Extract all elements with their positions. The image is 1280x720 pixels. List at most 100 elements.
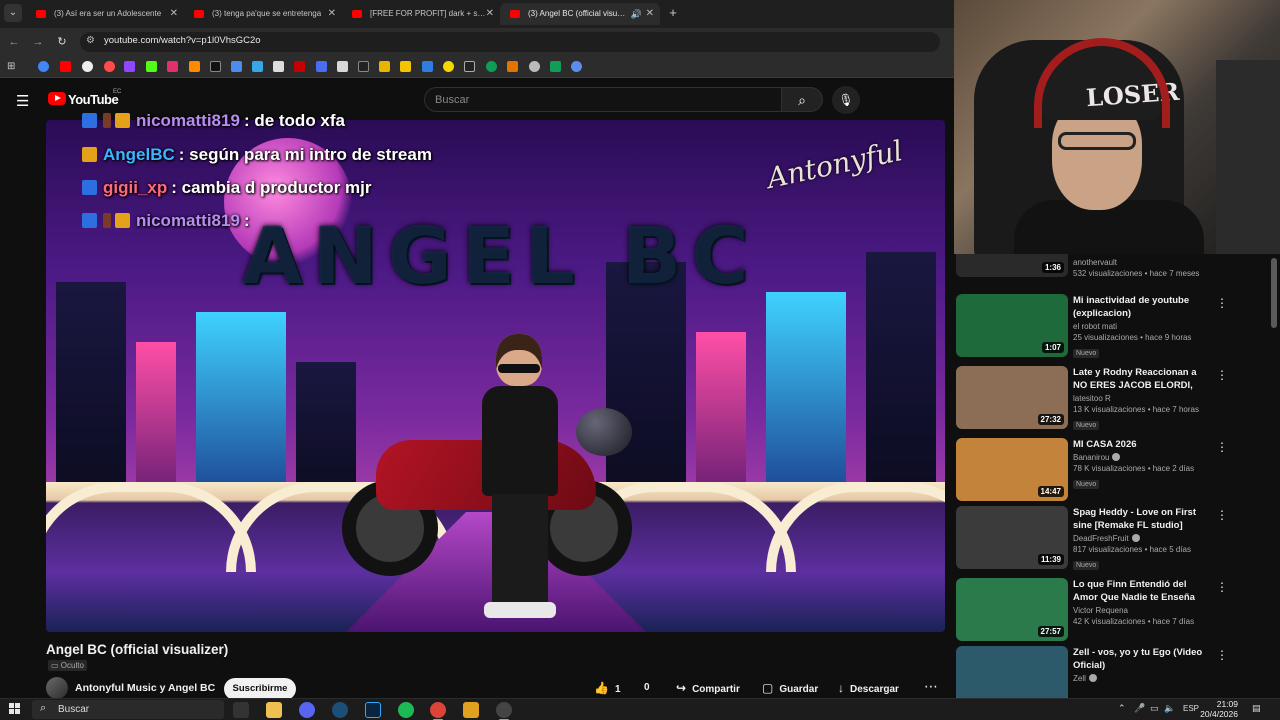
taskbar-clock[interactable]: 21:09 20/4/2026 [1198,699,1238,719]
more-options-icon[interactable]: ⋮ [1216,296,1228,310]
fl-studio-icon[interactable] [463,702,479,718]
video-title-link[interactable]: Late y Rodny Reaccionan a NO ERES JACOB … [1073,366,1211,392]
bookmark-icon[interactable] [379,61,390,72]
save-button[interactable]: ▢ Guardar [762,678,818,698]
kick-bookmark-icon[interactable] [146,61,157,72]
bookmark-icon[interactable] [294,61,305,72]
tab-0[interactable]: (3) Así era ser un Adolescente ✕ [26,3,184,25]
reload-icon[interactable]: ↻ [54,34,70,50]
bookmark-icon[interactable] [82,61,93,72]
search-box[interactable] [424,87,782,112]
channel-link[interactable]: latesitoo R [1073,394,1211,403]
speaker-icon[interactable]: 🔊 [631,3,642,25]
language-indicator[interactable]: ESP [1183,704,1199,713]
file-explorer-icon[interactable] [266,702,282,718]
bookmark-icon[interactable] [422,61,433,72]
photoshop-icon[interactable] [365,702,381,718]
translate-bookmark-icon[interactable] [231,61,242,72]
tray-chevron-icon[interactable]: ⌃ [1118,703,1126,714]
bookmark-icon[interactable] [486,61,497,72]
video-thumbnail[interactable]: 1:07 [956,294,1068,357]
channel-link[interactable]: el robot mati [1073,322,1211,331]
youtube-logo-icon[interactable] [48,92,66,105]
video-thumbnail[interactable]: 14:47 [956,438,1068,501]
tab-2[interactable]: [FREE FOR PROFIT] dark + swag ✕ [342,3,500,25]
video-title-link[interactable]: Spag Heddy - Love on First sine [Remake … [1073,506,1211,532]
bookmark-icon[interactable] [464,61,475,72]
taskbar-search[interactable]: ⌕ Buscar [32,700,224,719]
video-title-link[interactable]: Zell - vos, yo y tu Ego (Video Oficial) [1073,646,1211,672]
bookmark-icon[interactable] [507,61,518,72]
bookmark-icon[interactable] [400,61,411,72]
bookmark-icon[interactable] [443,61,454,72]
download-button[interactable]: ↓ Descargar [838,678,899,698]
youtube-logo-text[interactable]: YouTube [68,92,119,107]
video-title-link[interactable]: Mi inactividad de youtube (explicacion) [1073,294,1211,320]
more-options-icon[interactable]: ⋮ [1216,440,1228,454]
microphone-icon[interactable]: 🎙 [832,86,860,114]
subscribe-button[interactable]: Suscribirme [224,678,296,698]
recommendation-card[interactable]: 11:39 Spag Heddy - Love on First sine [Re… [956,506,1266,572]
video-thumbnail[interactable] [956,646,1068,698]
channel-link[interactable]: Bananirou [1073,453,1211,462]
video-thumbnail[interactable]: 11:39 [956,506,1068,569]
bookmark-icon[interactable] [337,61,348,72]
more-options-icon[interactable]: ⋮ [1216,508,1228,522]
forward-icon[interactable]: → [30,34,46,50]
recommendation-card[interactable]: Zell - vos, yo y tu Ego (Video Oficial) Z… [956,646,1266,698]
bookmark-icon[interactable] [529,61,540,72]
youtube-bookmark-icon[interactable] [60,61,71,72]
recommendation-card[interactable]: 27:57 Lo que Finn Entendió del Amor Que N… [956,578,1266,644]
close-tab-icon[interactable]: ✕ [646,3,654,25]
volume-icon[interactable]: 🔈 [1164,703,1175,714]
search-input[interactable] [425,88,781,111]
obs-icon[interactable] [496,702,512,720]
twitch-bookmark-icon[interactable] [124,61,135,72]
channel-link[interactable]: DeadFreshFruit [1073,534,1211,543]
discord-icon[interactable] [299,702,315,718]
share-button[interactable]: ↪ Compartir [676,678,740,698]
more-options-icon[interactable]: ⋮ [1216,580,1228,594]
channel-link[interactable]: Zell [1073,674,1211,683]
tab-1[interactable]: (3) tenga pa'que se entretenga ✕ [184,3,342,25]
channel-name[interactable]: Antonyful Music y Angel BC [75,682,215,694]
task-view-icon[interactable] [233,702,249,718]
search-icon[interactable]: ⌕ [781,87,823,112]
back-icon[interactable]: ← [6,34,22,50]
bookmark-icon[interactable] [550,61,561,72]
apps-grid-icon[interactable]: ⊞ [7,61,15,72]
instagram-bookmark-icon[interactable] [167,61,178,72]
site-info-icon[interactable]: ⚙ [86,35,95,46]
bookmark-icon[interactable] [571,61,582,72]
like-button[interactable]: 👍 1 [594,678,621,698]
notifications-icon[interactable]: ▤ [1252,703,1261,714]
google-bookmark-icon[interactable] [38,61,49,72]
windows-start-icon[interactable] [9,703,21,715]
microphone-tray-icon[interactable]: 🎤 [1134,703,1145,714]
bookmark-icon[interactable] [316,61,327,72]
more-options-icon[interactable]: ⋮ [1216,368,1228,382]
dislike-button[interactable]: 0 [644,678,650,698]
channel-link[interactable]: Victor Requena [1073,606,1211,615]
spotify-icon[interactable] [398,702,414,718]
recommendation-card[interactable]: 1:07 Mi inactividad de youtube (explicaci… [956,294,1266,360]
bookmark-icon[interactable] [104,61,115,72]
tab-3-active[interactable]: (3) Angel BC (official visualiz 🔊 ✕ [500,3,660,25]
recommendation-card[interactable]: 27:32 Late y Rodny Reaccionan a NO ERES J… [956,366,1266,432]
video-thumbnail[interactable]: 27:57 [956,578,1068,641]
new-tab-icon[interactable]: + [664,4,682,22]
bookmark-icon[interactable] [189,61,200,72]
video-thumbnail[interactable]: 1:36 [956,254,1068,277]
menu-icon[interactable]: ☰ [16,92,29,110]
recommendation-card[interactable]: 14:47 MI CASA 2026 Bananirou 78 K visualiza… [956,438,1266,504]
channel-link[interactable]: anothervault [1073,258,1211,267]
more-options-icon[interactable]: ⋮ [1216,648,1228,662]
close-tab-icon[interactable]: ✕ [170,3,178,25]
more-actions-icon[interactable]: ⋯ [924,678,938,695]
address-bar[interactable]: ⚙ youtube.com/watch?v=p1l0VhsGC2o [80,32,940,52]
network-icon[interactable]: ▭ [1150,703,1159,714]
chrome-icon[interactable] [430,702,446,720]
close-tab-icon[interactable]: ✕ [328,3,336,25]
video-thumbnail[interactable]: 27:32 [956,366,1068,429]
bookmark-icon[interactable] [358,61,369,72]
